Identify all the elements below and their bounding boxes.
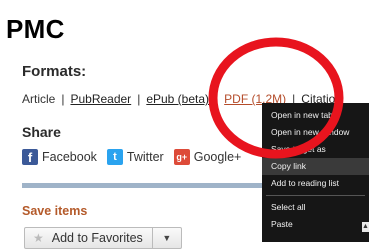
format-pubreader-link[interactable]: PubReader: [70, 92, 131, 106]
menu-item-paste[interactable]: Paste: [262, 216, 369, 233]
share-twitter-link[interactable]: t Twitter: [106, 149, 164, 165]
add-to-favorites-button[interactable]: ★ Add to Favorites ▼: [24, 227, 182, 249]
menu-item-select-all[interactable]: Select all: [262, 199, 369, 216]
share-google-plus-label: Google+: [193, 150, 242, 164]
menu-item-copy-link[interactable]: Copy link: [262, 158, 369, 175]
twitter-icon: t: [106, 149, 123, 165]
format-epub-link[interactable]: ePub (beta): [146, 92, 209, 106]
add-to-favorites-main[interactable]: ★ Add to Favorites: [25, 231, 152, 245]
share-facebook-label: Facebook: [42, 150, 97, 164]
menu-item-open-new-window[interactable]: Open in new window: [262, 124, 369, 141]
separator: |: [137, 92, 141, 106]
separator: |: [215, 92, 219, 106]
menu-separator: [266, 195, 365, 196]
share-twitter-label: Twitter: [126, 150, 164, 164]
menu-item-open-new-tab[interactable]: Open in new tab: [262, 107, 369, 124]
menu-item-add-to-reading-list[interactable]: Add to reading list: [262, 175, 369, 192]
favorites-dropdown-toggle[interactable]: ▼: [151, 228, 181, 248]
format-article: Article: [22, 92, 56, 106]
page-heading: PMC: [6, 14, 65, 44]
save-items-title: Save items: [22, 204, 88, 218]
share-links: f Facebook t Twitter g+ Google+: [22, 149, 251, 165]
share-facebook-link[interactable]: f Facebook: [22, 149, 97, 165]
share-title: Share: [22, 124, 61, 140]
star-icon: ★: [33, 231, 44, 245]
google-plus-icon: g+: [173, 149, 190, 165]
add-to-favorites-label: Add to Favorites: [51, 231, 143, 245]
facebook-icon: f: [22, 149, 38, 165]
menu-item-save-target-as[interactable]: Save target as: [262, 141, 369, 158]
scroll-up-arrow-icon[interactable]: ▲: [362, 222, 369, 232]
context-menu: Open in new tab Open in new window Save …: [262, 103, 369, 242]
share-google-plus-link[interactable]: g+ Google+: [173, 149, 242, 165]
separator: |: [61, 92, 65, 106]
formats-title: Formats:: [22, 63, 87, 80]
